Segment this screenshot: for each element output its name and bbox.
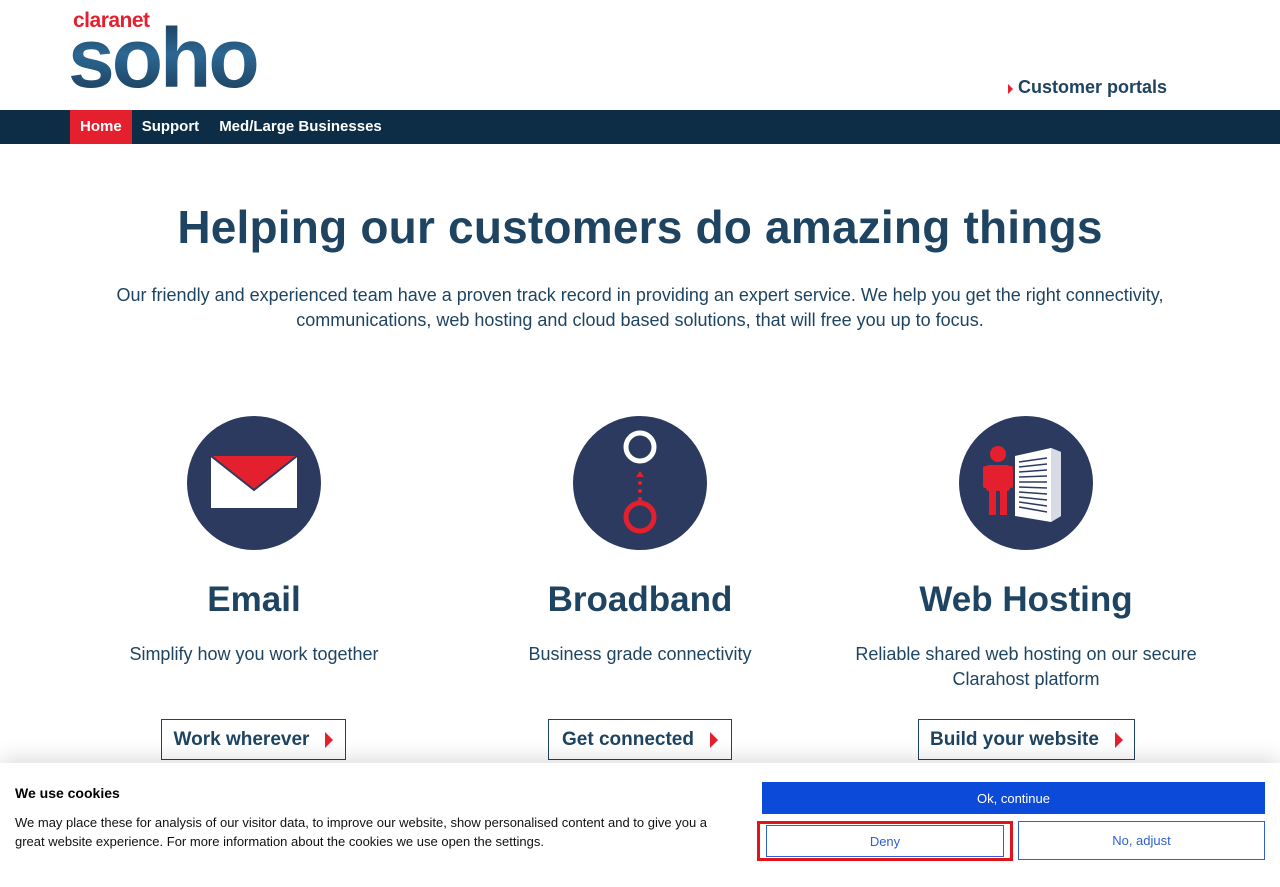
triangle-right-icon <box>1008 83 1013 94</box>
service-subtitle: Simplify how you work together <box>129 644 379 664</box>
service-title: Email <box>207 580 301 619</box>
site-header: claranet soho Customer portals <box>0 0 1280 110</box>
server-icon <box>959 416 1093 550</box>
get-connected-button[interactable]: Get connected <box>548 719 732 760</box>
button-label: Get connected <box>562 728 694 750</box>
connection-icon <box>573 416 707 550</box>
nav-item-support[interactable]: Support <box>132 110 210 144</box>
customer-portals-label: Customer portals <box>1018 77 1168 97</box>
service-subtitle: Reliable shared web hosting on our secur… <box>855 644 1197 689</box>
main-nav: Home Support Med/Large Businesses <box>0 110 1280 144</box>
claranet-soho-logo[interactable]: claranet soho <box>68 10 260 105</box>
envelope-icon <box>187 416 321 550</box>
ok-continue-button[interactable]: Ok, continue <box>762 782 1265 814</box>
button-label: Build your website <box>930 728 1099 750</box>
button-label: Work wherever <box>173 728 310 750</box>
triangle-right-icon <box>1114 731 1123 748</box>
work-wherever-button[interactable]: Work wherever <box>161 719 346 760</box>
logo-product-text: soho <box>68 11 260 105</box>
service-subtitle: Business grade connectivity <box>528 644 752 664</box>
nav-item-med-large-businesses[interactable]: Med/Large Businesses <box>209 110 392 144</box>
hero-title: Helping our customers do amazing things <box>177 201 1103 253</box>
no-adjust-button[interactable]: No, adjust <box>1018 821 1265 860</box>
triangle-right-icon <box>709 731 718 748</box>
nav-list: Home Support Med/Large Businesses <box>70 110 392 144</box>
customer-portals-link[interactable]: Customer portals <box>1008 77 1167 98</box>
service-title: Broadband <box>547 580 733 619</box>
service-title: Web Hosting <box>919 580 1133 619</box>
hero-description: Our friendly and experienced team have a… <box>116 285 1164 330</box>
cookie-banner: We use cookies We may place these for an… <box>0 763 1280 887</box>
cookie-title: We use cookies <box>15 785 120 801</box>
nav-item-home[interactable]: Home <box>70 110 132 144</box>
build-your-website-button[interactable]: Build your website <box>918 719 1135 760</box>
cookie-description: We may place these for analysis of our v… <box>15 815 708 849</box>
deny-button[interactable]: Deny <box>766 825 1004 857</box>
triangle-right-icon <box>325 731 334 748</box>
